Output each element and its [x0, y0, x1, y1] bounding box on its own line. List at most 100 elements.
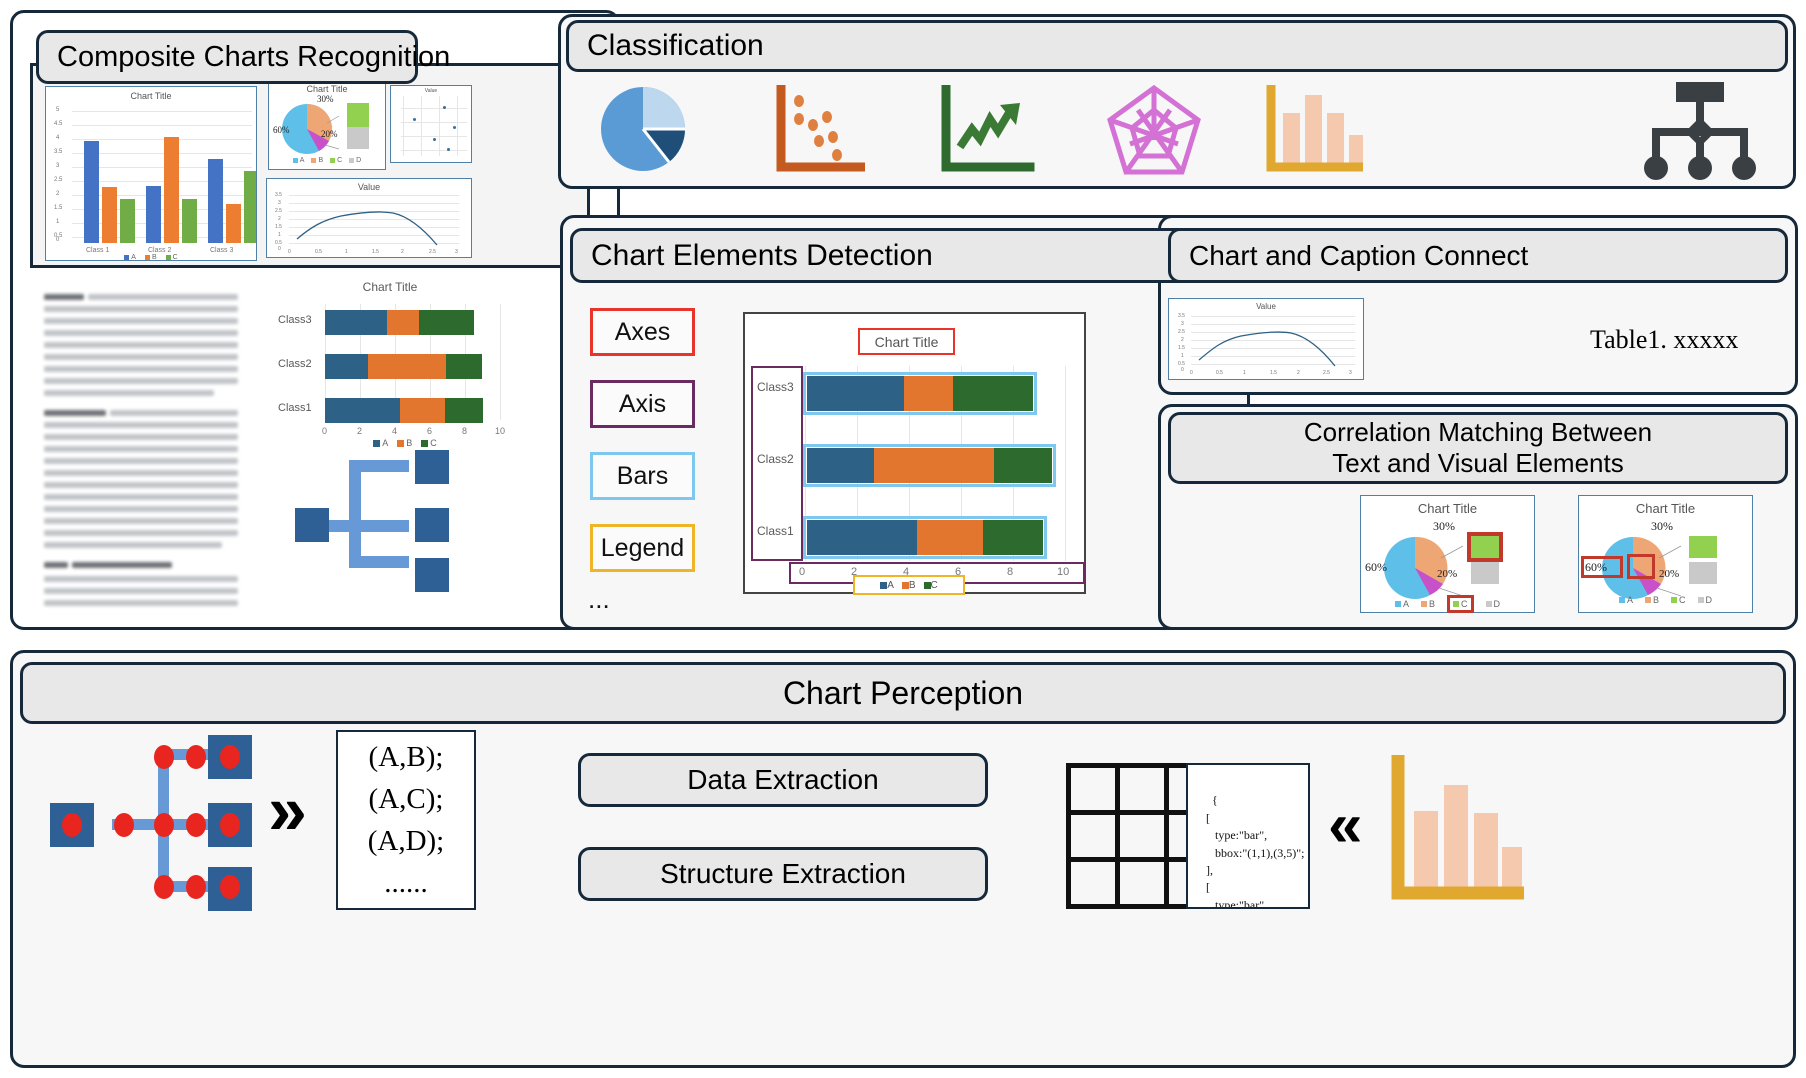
legend-label: D [1705, 595, 1713, 605]
chart-caption-connect-header: Chart and Caption Connect [1168, 228, 1788, 283]
y-tick: 3.5 [1178, 313, 1185, 319]
legend-label: A [1402, 599, 1409, 609]
pie-label-20: 20% [321, 129, 338, 139]
chip-axis-label: Axis [618, 389, 667, 418]
legend-label: B [318, 157, 324, 164]
legend-label: D [356, 157, 362, 164]
tuple-item: ...... [384, 866, 428, 899]
legend-label: A [382, 438, 389, 448]
y-tick: 0 [278, 246, 281, 252]
detection-chart: Chart Title Class3 Class2 Class1 0 2 4 6… [743, 312, 1086, 595]
corr-left-title: Chart Title [1417, 501, 1478, 516]
x-tick: 0.5 [1216, 370, 1223, 376]
x-tick: 2.5 [1323, 370, 1330, 376]
chart-perception-header: Chart Perception [20, 662, 1786, 724]
corr-left-label-60: 60% [1365, 560, 1387, 574]
x-tick: 0 [1190, 370, 1193, 376]
hbar-y-label: Class2 [278, 358, 312, 370]
detection-y-label: Class1 [757, 524, 794, 538]
y-tick: 1.5 [54, 205, 63, 211]
detection-legend-box: A B C [853, 575, 965, 595]
legend-label: C [337, 157, 343, 164]
chip-bars[interactable]: Bars [590, 452, 695, 500]
y-tick: 2.5 [1178, 329, 1185, 335]
composite-scatter-chart: Value [390, 85, 472, 163]
x-label: Class 1 [86, 247, 110, 254]
y-tick: 4 [56, 135, 60, 141]
y-tick: 1.5 [275, 224, 282, 230]
detection-x-tick: 8 [1007, 566, 1014, 578]
hbar-x-tick: 6 [427, 426, 433, 436]
corr-left-label-30: 30% [1433, 519, 1455, 533]
composite-scatter-chart-title: Value [424, 88, 438, 94]
detection-chart-title: Chart Title [874, 333, 939, 350]
legend-label: A [299, 157, 305, 164]
correlation-title-line2: Text and Visual Elements [1332, 448, 1624, 478]
caption-text: Table1. xxxxx [1590, 325, 1739, 354]
legend-label: B [1429, 599, 1436, 609]
corr-left-label-20: 20% [1437, 568, 1458, 580]
composite-line-chart-title: Value [357, 182, 381, 192]
caption-connect-line-chart: Value 3.5 3 2.5 2 1.5 1 0.5 0 0 0.5 1 1.… [1168, 298, 1364, 380]
y-tick: 3 [56, 163, 60, 169]
composite-pie-chart-title: Chart Title [306, 84, 348, 94]
detection-x-tick: 10 [1057, 566, 1070, 578]
y-tick: 0 [1181, 367, 1184, 373]
legend-label: B [151, 254, 157, 261]
composite-hbar-chart: Chart Title Class3 Class2 Class1 0 2 4 6… [275, 280, 506, 448]
y-tick: 2.5 [275, 208, 282, 214]
y-tick: 1 [1181, 353, 1184, 359]
hbar-x-tick: 0 [322, 426, 328, 436]
line-path [1198, 331, 1336, 367]
classification-title: Classification [587, 29, 764, 62]
arrow-left-chevron: « [1328, 791, 1363, 860]
y-tick: 0 [56, 237, 60, 243]
legend-label: A [887, 579, 894, 591]
y-tick: 2 [56, 191, 60, 197]
composite-tree-glyph [295, 450, 495, 610]
chart-caption-connect-title: Chart and Caption Connect [1189, 239, 1529, 271]
pie-chart-icon [595, 85, 705, 177]
structure-extraction-button[interactable]: Structure Extraction [578, 847, 988, 901]
chip-legend[interactable]: Legend [590, 524, 695, 572]
tuple-item: (A,B); [368, 740, 444, 773]
x-tick: 3 [455, 249, 458, 255]
corr-right-highlight-slice [1627, 554, 1655, 579]
code-content: { [ type:"bar", bbox:"(1,1),(3,5)"; ], [… [1206, 793, 1305, 909]
corr-right-label-30: 30% [1651, 519, 1673, 533]
data-extraction-button[interactable]: Data Extraction [578, 753, 988, 807]
perception-code-box: { [ type:"bar", bbox:"(1,1),(3,5)"; ], [… [1186, 763, 1310, 909]
chip-axis[interactable]: Axis [590, 380, 695, 428]
legend-label: C [172, 254, 178, 261]
corr-right-label-20: 20% [1659, 568, 1680, 580]
legend-label: B [908, 579, 916, 591]
pie-label-60: 60% [273, 125, 290, 135]
x-label: Class 3 [210, 247, 234, 254]
chip-ellipsis: ... [588, 584, 610, 614]
y-tick: 1 [56, 219, 60, 225]
x-label: Class 2 [148, 247, 172, 254]
chip-bars-label: Bars [616, 461, 669, 490]
structure-extraction-label: Structure Extraction [660, 858, 906, 889]
detection-y-label: Class2 [757, 452, 794, 466]
composite-bar-chart: Chart Title 5 4.5 4 3.5 3 2.5 2 1.5 1 0.… [45, 86, 257, 261]
x-tick: 0.5 [315, 249, 322, 255]
correlation-chart-left: Chart Title 30% 60% 20% A B C D [1360, 495, 1535, 613]
composite-line-chart: Value 3.5 3 2.5 2 1.5 1 0.5 0 0 0.5 1 1.… [266, 178, 472, 258]
perception-bar-chart-icon [1388, 752, 1529, 910]
y-tick: 3.5 [54, 149, 63, 155]
composite-pie-legend: A B C D [269, 157, 385, 164]
corr-right-title: Chart Title [1635, 501, 1696, 516]
corr-right-label-60: 60% [1585, 560, 1607, 574]
hbar-x-tick: 10 [495, 426, 506, 436]
y-tick: 1.5 [1178, 345, 1185, 351]
corr-left-legend: A B C D [1361, 595, 1534, 613]
x-tick: 1.5 [1270, 370, 1277, 376]
y-tick: 3 [278, 200, 281, 206]
line-path [296, 211, 438, 246]
composite-charts-recognition-title: Composite Charts Recognition [57, 40, 451, 73]
chip-axes[interactable]: Axes [590, 308, 695, 356]
chip-axes-label: Axes [614, 317, 671, 346]
legend-label: C [930, 579, 938, 591]
legend-label: A [131, 254, 136, 261]
